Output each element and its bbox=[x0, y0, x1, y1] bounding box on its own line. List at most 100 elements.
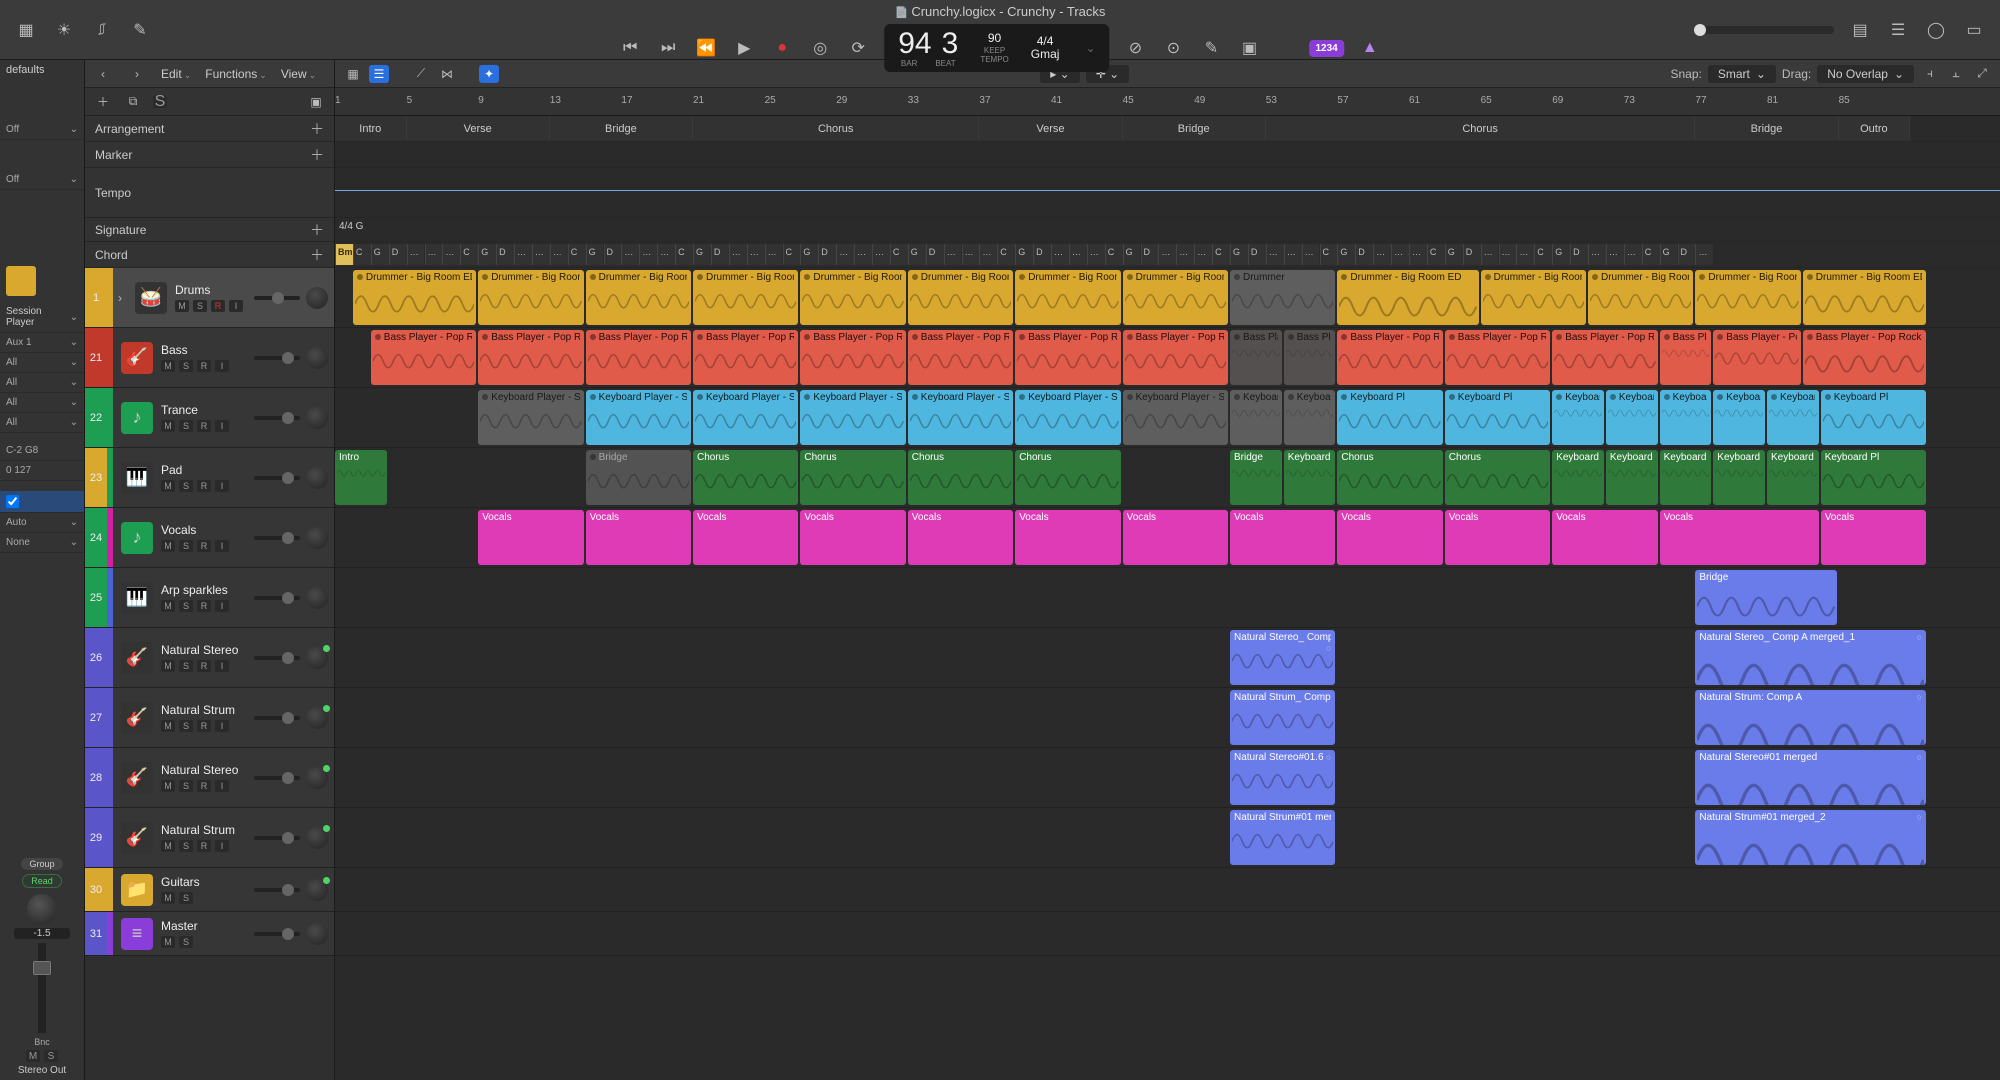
region[interactable]: Chorus bbox=[800, 450, 905, 505]
region[interactable]: Bass Play bbox=[1230, 330, 1282, 385]
waveform-zoom-icon[interactable]: ⫞ bbox=[1920, 65, 1940, 83]
input-monitor-button[interactable]: I bbox=[215, 600, 229, 612]
lcd-key[interactable]: Gmaj bbox=[1031, 48, 1060, 61]
pan-knob[interactable] bbox=[306, 707, 328, 729]
region[interactable]: Bass Player - Pop Rock bbox=[1713, 330, 1801, 385]
region[interactable]: Bass Player - Pop Rock bbox=[478, 330, 583, 385]
region[interactable]: Bass Player - Pop Rock bbox=[1660, 330, 1712, 385]
display-mode-icon[interactable]: ☀ bbox=[52, 18, 76, 42]
input-monitor-button[interactable]: I bbox=[229, 300, 243, 312]
volume-slider[interactable] bbox=[254, 776, 300, 780]
region[interactable]: Natural Strum: Comp A○ bbox=[1695, 690, 1926, 745]
chord-cell[interactable]: D bbox=[926, 244, 944, 265]
region[interactable]: Keyboard Pl bbox=[1337, 390, 1442, 445]
chord-cell[interactable]: D bbox=[1033, 244, 1051, 265]
chord-cell[interactable]: … bbox=[747, 244, 765, 265]
record-enable-button[interactable]: R bbox=[197, 480, 211, 492]
add-marker-icon[interactable]: ＋ bbox=[310, 145, 324, 165]
chord-cell[interactable]: … bbox=[639, 244, 657, 265]
forward-icon[interactable]: › bbox=[127, 65, 147, 83]
chord-cell[interactable]: G bbox=[1015, 244, 1033, 265]
track-instrument-icon[interactable]: 🥁 bbox=[135, 282, 167, 314]
track-instrument-icon[interactable]: 📁 bbox=[121, 874, 153, 906]
chord-cell[interactable]: C bbox=[1534, 244, 1552, 265]
region[interactable]: Vocals bbox=[1445, 510, 1550, 565]
region[interactable]: Keyboard Player - Simple bbox=[478, 390, 583, 445]
chord-cell[interactable]: … bbox=[1284, 244, 1302, 265]
chord-cell[interactable]: C bbox=[1105, 244, 1123, 265]
chord-cell[interactable]: … bbox=[425, 244, 443, 265]
track-header[interactable]: 1›🥁DrumsMSRI bbox=[85, 268, 334, 328]
mute-button[interactable]: M bbox=[161, 780, 175, 792]
disclosure-icon[interactable]: › bbox=[113, 289, 127, 307]
chord-cell[interactable]: C bbox=[1212, 244, 1230, 265]
pan-knob[interactable] bbox=[306, 879, 328, 901]
zoom-icon[interactable]: ⤢ bbox=[1972, 65, 1992, 83]
chord-cell[interactable]: G bbox=[1660, 244, 1678, 265]
pan-knob[interactable] bbox=[27, 894, 57, 924]
mute-button[interactable]: M bbox=[161, 936, 175, 948]
chord-cell[interactable]: … bbox=[1051, 244, 1069, 265]
arrangement-segment[interactable]: Bridge bbox=[1123, 116, 1266, 141]
browser-icon[interactable]: ▭ bbox=[1962, 18, 1986, 42]
chord-lane[interactable]: BmCGD………CGD………CGD………CGD………CGD………CGD………CG… bbox=[335, 242, 2000, 268]
region[interactable]: Vocals bbox=[800, 510, 905, 565]
region[interactable]: Drummer - Big Room ED bbox=[908, 270, 1013, 325]
chord-cell[interactable]: C bbox=[997, 244, 1015, 265]
region[interactable]: Bass Player - Pop Rock bbox=[1803, 330, 1926, 385]
duplicate-track-icon[interactable] bbox=[123, 93, 143, 111]
pan-knob[interactable] bbox=[306, 827, 328, 849]
region[interactable]: Natural Stereo_ Comp A merged_1○ bbox=[1695, 630, 1926, 685]
region[interactable]: Bridge bbox=[586, 450, 691, 505]
track-header[interactable]: 27🎸Natural StrumMSRI bbox=[85, 688, 334, 748]
mute-button[interactable]: M bbox=[175, 300, 189, 312]
region[interactable]: Bass Player - Pop Rock bbox=[1123, 330, 1228, 385]
region[interactable]: Bridge bbox=[1230, 450, 1282, 505]
chord-cell[interactable]: C bbox=[1642, 244, 1660, 265]
track-name[interactable]: Natural Stereo bbox=[161, 763, 254, 777]
region[interactable]: Drummer - Big Room ED bbox=[693, 270, 798, 325]
track-name[interactable]: Arp sparkles bbox=[161, 583, 254, 597]
region[interactable]: Keyboard Pl bbox=[1713, 390, 1765, 445]
low-latency-icon[interactable]: ⊙ bbox=[1162, 36, 1186, 60]
track-name[interactable]: Vocals bbox=[161, 523, 254, 537]
track-lane[interactable] bbox=[335, 868, 2000, 912]
metronome-icon[interactable]: ▲ bbox=[1358, 36, 1382, 60]
region[interactable]: Bass Player - Pop Rock bbox=[1337, 330, 1442, 385]
grid-mode-icon[interactable]: ☰ bbox=[369, 65, 389, 83]
chord-cell[interactable]: D bbox=[496, 244, 514, 265]
fader-db[interactable]: -1.5 bbox=[33, 928, 50, 939]
inspector-solo[interactable]: S bbox=[44, 1050, 58, 1062]
track-instrument-icon[interactable]: ♪ bbox=[121, 402, 153, 434]
chord-cell[interactable]: … bbox=[1087, 244, 1105, 265]
region[interactable]: Natural Strum_ Comp A m bbox=[1230, 690, 1335, 745]
chord-cell[interactable]: G bbox=[1445, 244, 1463, 265]
track-lane[interactable] bbox=[335, 912, 2000, 956]
region[interactable]: Drummer - Big Room ED bbox=[1123, 270, 1228, 325]
track-name[interactable]: Natural Stereo bbox=[161, 643, 254, 657]
track-icon-preview[interactable] bbox=[6, 266, 36, 296]
marker-lane[interactable] bbox=[335, 142, 2000, 168]
inspector-mute[interactable]: M bbox=[26, 1050, 40, 1062]
track-instrument-icon[interactable]: ≡ bbox=[121, 918, 153, 950]
arrangement-segment[interactable]: Outro bbox=[1839, 116, 1911, 141]
chord-cell[interactable]: G bbox=[1552, 244, 1570, 265]
input-monitor-button[interactable]: I bbox=[215, 480, 229, 492]
mute-button[interactable]: M bbox=[161, 480, 175, 492]
chord-cell[interactable]: G bbox=[693, 244, 711, 265]
region[interactable]: Keyboard Pl bbox=[1552, 390, 1604, 445]
track-name[interactable]: Pad bbox=[161, 463, 254, 477]
add-track-icon[interactable] bbox=[93, 93, 113, 111]
chord-cell[interactable]: … bbox=[1176, 244, 1194, 265]
pan-knob[interactable] bbox=[306, 347, 328, 369]
chord-cell[interactable]: D bbox=[711, 244, 729, 265]
solo-button[interactable]: S bbox=[179, 480, 193, 492]
track-header[interactable]: 25🎹Arp sparklesMSRI bbox=[85, 568, 334, 628]
region[interactable]: Keyboard Pl bbox=[1284, 450, 1336, 505]
chord-cell[interactable]: … bbox=[1158, 244, 1176, 265]
chord-cell[interactable]: D bbox=[1141, 244, 1159, 265]
chord-cell[interactable]: D bbox=[604, 244, 622, 265]
region[interactable]: Bridge bbox=[1695, 570, 1836, 625]
record-enable-button[interactable]: R bbox=[197, 780, 211, 792]
region[interactable]: Vocals bbox=[908, 510, 1013, 565]
